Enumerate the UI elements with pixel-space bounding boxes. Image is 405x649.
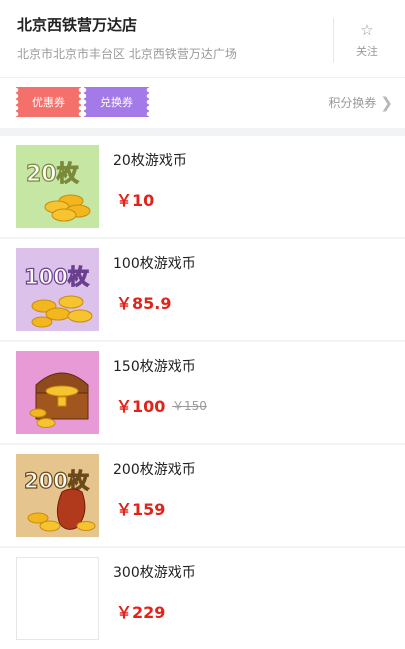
points-exchange-label: 积分换券 [328, 96, 377, 110]
store-name: 北京西铁营万达店 [17, 16, 138, 34]
product-image: 200枚 [16, 454, 99, 537]
chevron-right-icon: ❯ [380, 93, 393, 112]
voucher-label: 兑换券 [100, 96, 133, 109]
product-image [16, 557, 99, 640]
store-header: 北京西铁营万达店 北京市北京市丰台区 北京西铁营万达广场 ☆ 关注 [0, 0, 405, 78]
product-title: 200枚游戏币 [113, 462, 196, 478]
product-image: 100枚 [16, 248, 99, 331]
product-list: 20枚 20枚游戏币 ￥10 100枚 100枚游戏币 ￥85.9 150枚游戏… [0, 136, 405, 649]
thumb-label: 20枚 [26, 161, 79, 187]
product-item[interactable]: 200枚 200枚游戏币 ￥159 [0, 445, 405, 546]
thumb-label: 200枚 [24, 469, 90, 493]
product-image [16, 351, 99, 434]
store-address: 北京市北京市丰台区 北京西铁营万达广场 [17, 47, 237, 61]
coupon-row: 优惠券 兑换券 积分换券 ❯ [0, 78, 405, 128]
product-title: 100枚游戏币 [113, 256, 196, 272]
product-item[interactable]: 20枚 20枚游戏币 ￥10 [0, 136, 405, 237]
voucher-button[interactable]: 兑换券 [84, 87, 149, 117]
follow-button[interactable]: ☆ 关注 [334, 18, 400, 63]
follow-label: 关注 [356, 44, 378, 58]
product-image: 20枚 [16, 145, 99, 228]
product-price: ￥229 [116, 603, 166, 622]
product-price: ￥85.9 [116, 294, 172, 313]
product-price: ￥10 [116, 191, 155, 210]
thumb-label: 100枚 [24, 265, 90, 289]
product-price: ￥159 [116, 500, 166, 519]
product-price: ￥100 [116, 397, 166, 416]
coupon-button[interactable]: 优惠券 [16, 87, 81, 117]
coupon-label: 优惠券 [32, 96, 65, 109]
product-item[interactable]: 100枚 100枚游戏币 ￥85.9 [0, 239, 405, 340]
product-original-price: ￥150 [172, 399, 207, 413]
product-title: 20枚游戏币 [113, 153, 187, 169]
product-title: 300枚游戏币 [113, 565, 196, 581]
product-item[interactable]: 150枚游戏币 ￥100 ￥150 [0, 342, 405, 443]
star-icon: ☆ [360, 20, 374, 39]
product-title: 150枚游戏币 [113, 359, 196, 375]
product-item[interactable]: 300枚游戏币 ￥229 [0, 548, 405, 649]
points-exchange-link[interactable]: 积分换券 ❯ [328, 94, 393, 111]
